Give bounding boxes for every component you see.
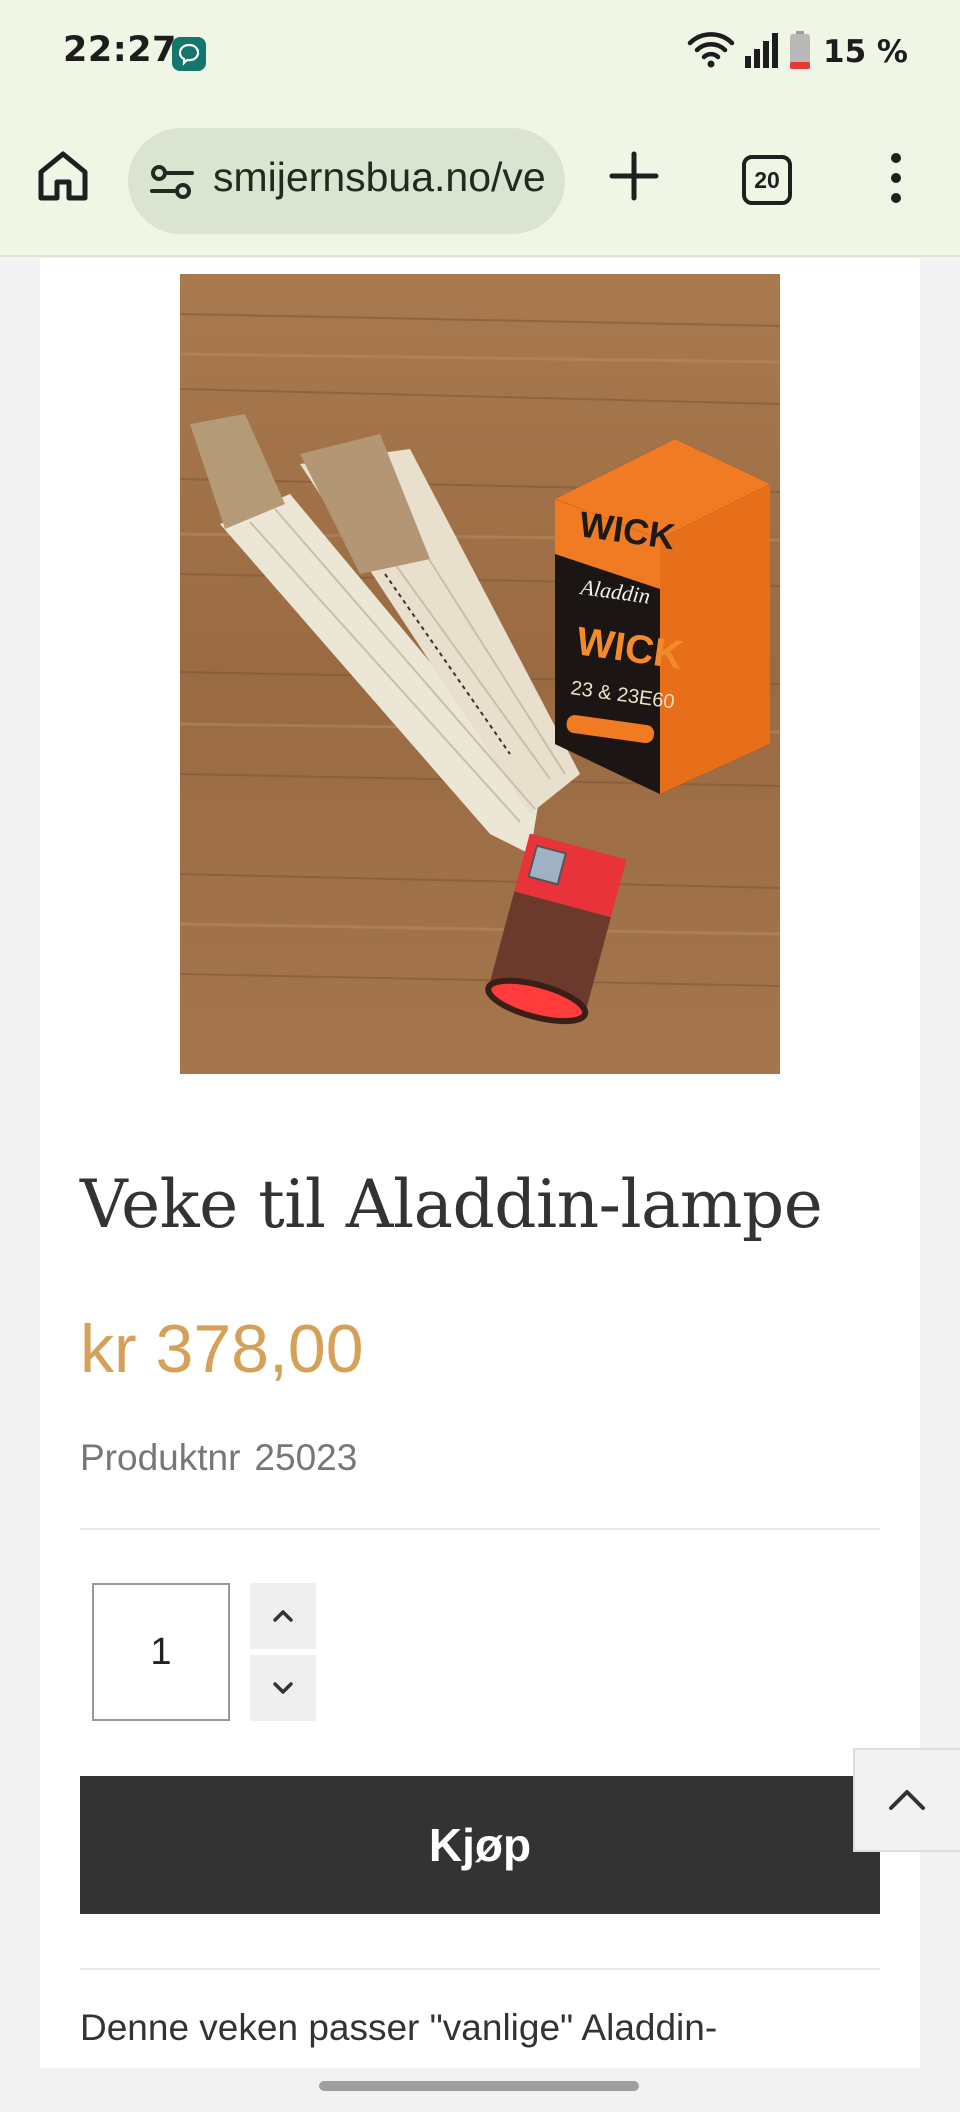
cellular-signal-icon	[743, 30, 781, 74]
gesture-navigation-bar[interactable]	[319, 2081, 639, 2091]
sku-value: 25023	[254, 1437, 358, 1478]
status-indicators: 15 %	[687, 30, 908, 74]
product-price: kr 378,00	[80, 1311, 364, 1387]
more-vert-icon[interactable]	[880, 150, 912, 206]
quantity-input[interactable]: 1	[92, 1583, 230, 1721]
battery-percent: 15 %	[823, 34, 908, 70]
buy-button[interactable]: Kjøp	[80, 1776, 880, 1914]
divider	[80, 1968, 880, 1970]
chevron-down-icon	[273, 1682, 293, 1694]
description-line: lamper, dvs. modell 23 og 23 A samt lamp…	[80, 2056, 880, 2068]
product-card: WICK Aladdin WICK 23 & 23E60 Veke til Al…	[40, 258, 920, 2068]
wifi-icon	[687, 30, 735, 74]
quantity-increase-button[interactable]	[250, 1583, 316, 1649]
status-time: 22:27	[63, 30, 177, 70]
browser-toolbar: 22:27 15 % smijernsbua.no/ve 20	[0, 0, 960, 257]
quantity-decrease-button[interactable]	[250, 1655, 316, 1721]
chevron-up-icon	[273, 1610, 293, 1622]
home-icon	[38, 151, 88, 201]
description-line: Denne veken passer "vanlige" Aladdin-	[80, 2007, 718, 2048]
chevron-up-icon	[889, 1790, 925, 1810]
divider	[80, 1528, 880, 1530]
messenger-app-icon	[172, 37, 206, 71]
plus-icon	[609, 151, 659, 201]
tab-switcher-button[interactable]: 20	[742, 155, 792, 205]
product-description: Denne veken passer "vanlige" Aladdin- la…	[80, 2000, 880, 2068]
product-title: Veke til Aladdin-lampe	[80, 1166, 823, 1243]
tune-icon[interactable]	[150, 164, 194, 200]
scroll-to-top-button[interactable]	[853, 1748, 960, 1852]
home-button[interactable]	[35, 148, 91, 204]
address-bar[interactable]: smijernsbua.no/ve	[128, 128, 565, 234]
product-sku: Produktnr 25023	[80, 1437, 371, 1479]
url-text[interactable]: smijernsbua.no/ve	[213, 154, 548, 201]
sku-label: Produktnr	[80, 1437, 241, 1478]
new-tab-button[interactable]	[608, 150, 660, 202]
product-photo[interactable]: WICK Aladdin WICK 23 & 23E60	[180, 274, 780, 1074]
battery-low-icon	[789, 30, 811, 74]
